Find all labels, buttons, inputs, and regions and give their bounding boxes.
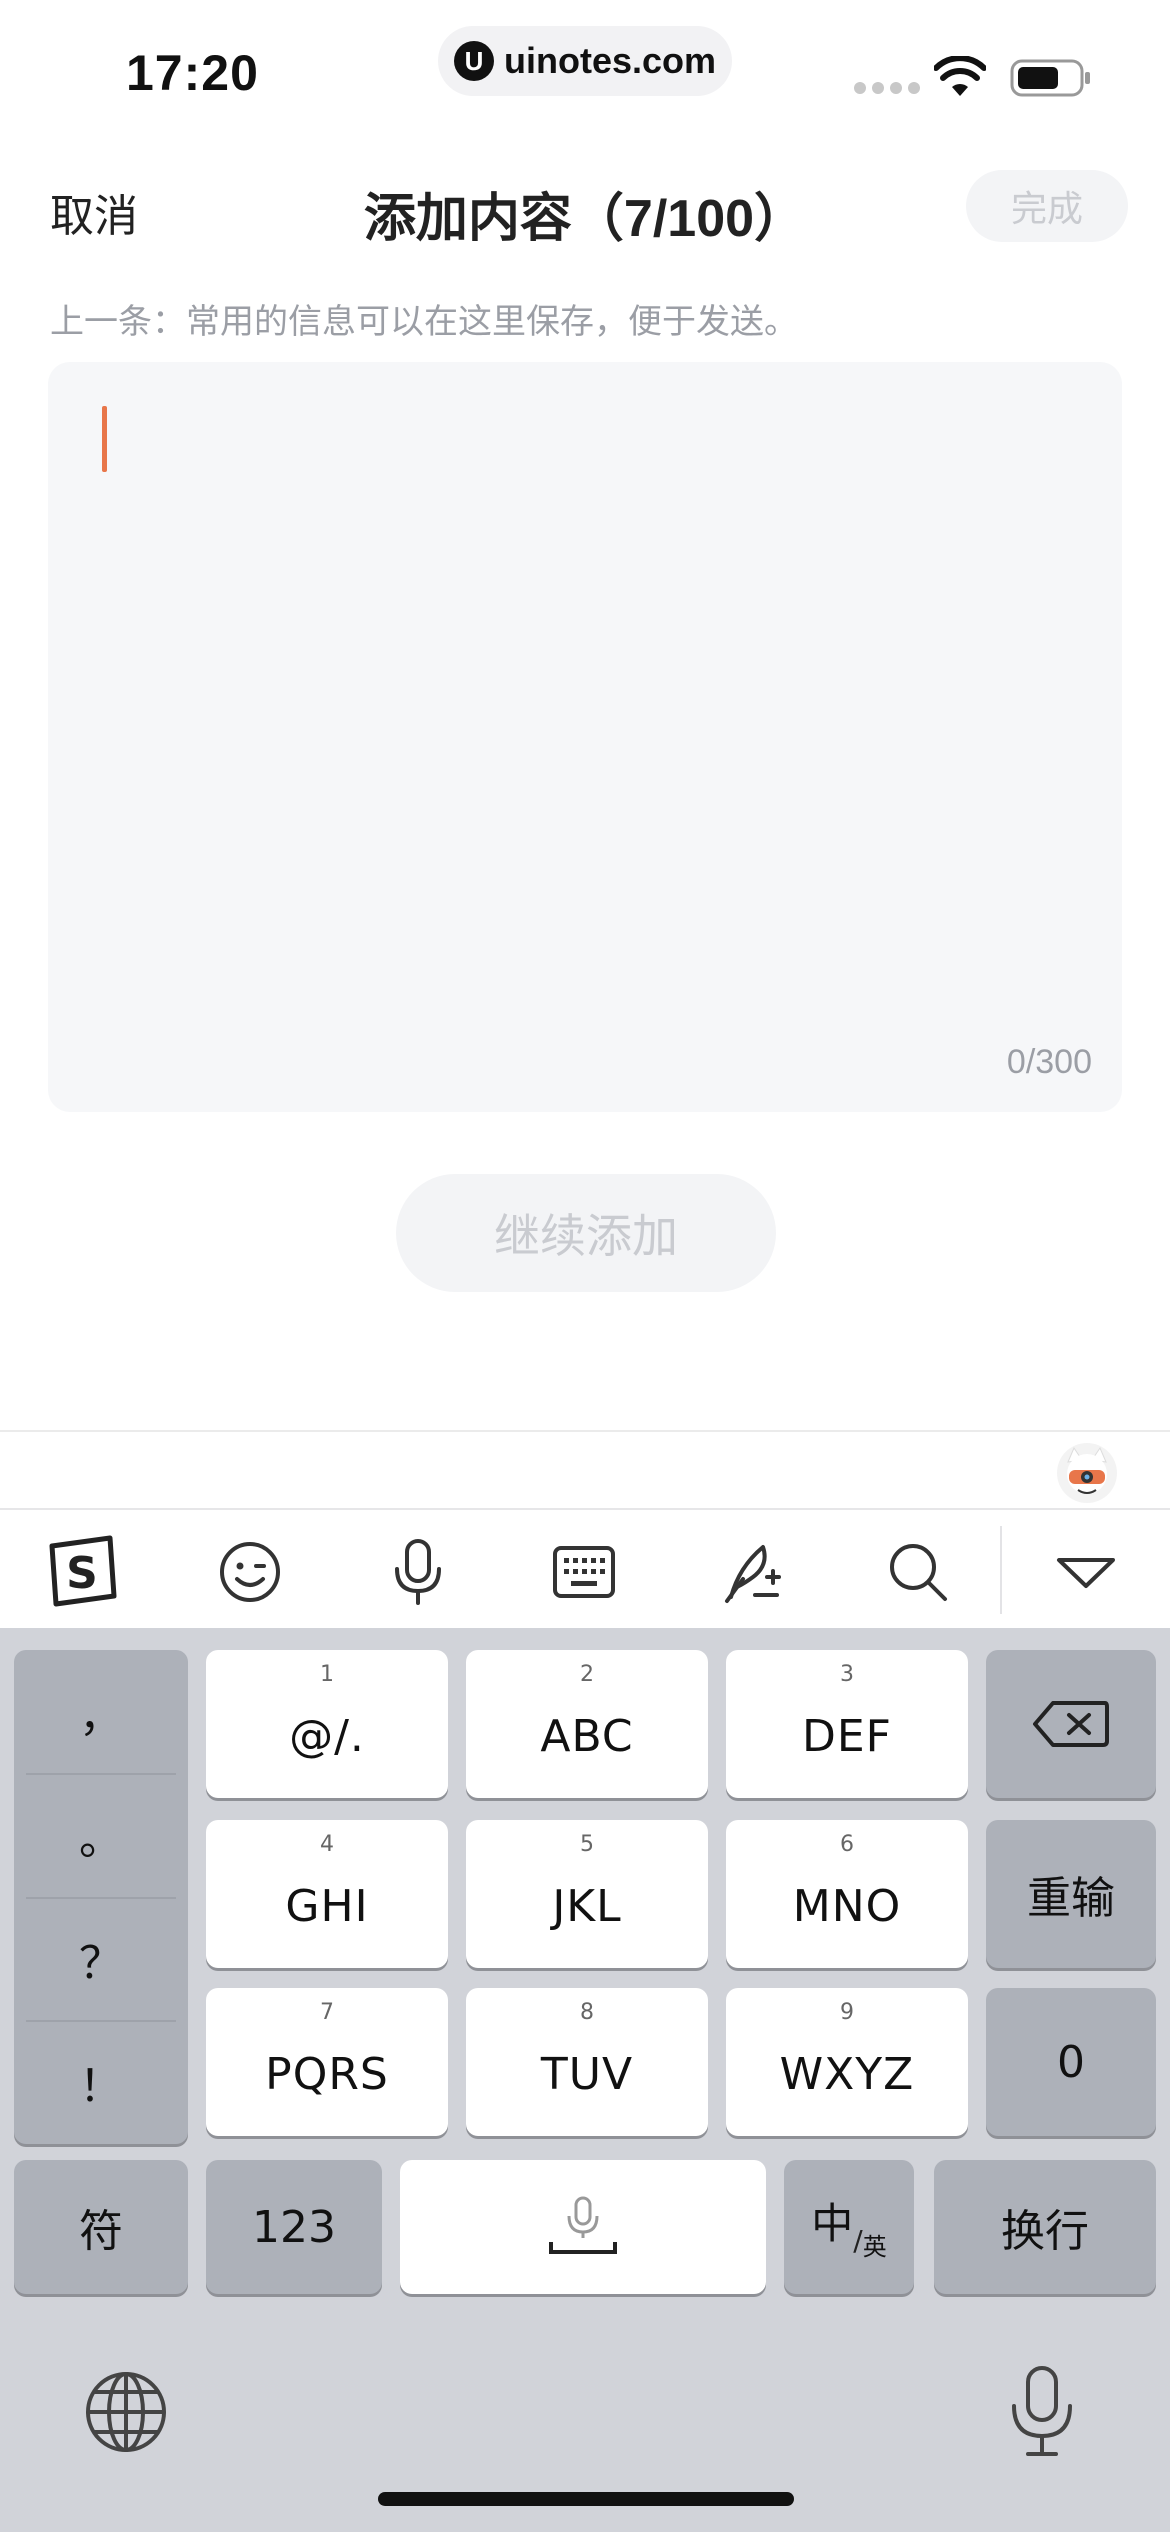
keyboard-toolbar: S <box>0 1508 1170 1628</box>
space-mic-icon <box>549 2196 617 2254</box>
enter-key[interactable]: 换行 <box>934 2160 1156 2294</box>
mascot-icon[interactable] <box>1054 1440 1120 1506</box>
emoji-icon[interactable] <box>210 1532 290 1612</box>
status-bar: 17:20 U uinotes.com <box>0 0 1170 140</box>
collapse-keyboard-icon[interactable] <box>1046 1532 1126 1612</box>
keyboard-icon[interactable] <box>544 1532 624 1612</box>
keyboard-divider <box>0 1430 1170 1432</box>
punct-comma-key[interactable]: ， <box>14 1650 188 1773</box>
retype-key[interactable]: 重输 <box>986 1820 1156 1968</box>
key-8[interactable]: 8 TUV <box>466 1988 708 2136</box>
space-key[interactable] <box>400 2160 766 2294</box>
search-icon[interactable] <box>878 1532 958 1612</box>
backspace-key[interactable] <box>986 1650 1156 1798</box>
backspace-icon <box>1033 1701 1109 1747</box>
done-button[interactable]: 完成 <box>966 170 1128 242</box>
key-5[interactable]: 5 JKL <box>466 1820 708 1968</box>
symbols-key[interactable]: 符 <box>14 2160 188 2294</box>
continue-add-button[interactable]: 继续添加 <box>396 1174 776 1292</box>
url-text: uinotes.com <box>504 40 717 81</box>
key-7[interactable]: 7 PQRS <box>206 1988 448 2136</box>
character-counter: 0/300 <box>1006 1043 1092 1081</box>
url-pill[interactable]: U uinotes.com <box>438 26 732 96</box>
voice-icon[interactable] <box>378 1532 458 1612</box>
key-4[interactable]: 4 GHI <box>206 1820 448 1968</box>
handwriting-icon[interactable] <box>712 1532 792 1612</box>
numbers-key[interactable]: 123 <box>206 2160 382 2294</box>
sogou-logo-icon[interactable]: S <box>42 1532 122 1612</box>
punctuation-column[interactable]: ， 。 ？ ！ <box>14 1650 188 2144</box>
key-2[interactable]: 2 ABC <box>466 1650 708 1798</box>
toolbar-divider <box>1000 1526 1002 1614</box>
content-text-area[interactable]: 0/300 <box>48 362 1122 1112</box>
language-switch-key[interactable]: 中 / 英 <box>784 2160 914 2294</box>
text-cursor <box>102 406 107 472</box>
globe-icon[interactable] <box>84 2370 168 2454</box>
key-1[interactable]: 1 @/. <box>206 1650 448 1798</box>
previous-entry-hint: 上一条：常用的信息可以在这里保存，便于发送。 <box>50 303 798 341</box>
key-3[interactable]: 3 DEF <box>726 1650 968 1798</box>
status-time: 17:20 <box>126 45 259 101</box>
zero-key[interactable]: 0 <box>986 1988 1156 2136</box>
battery-icon <box>1010 59 1090 97</box>
punct-period-key[interactable]: 。 <box>14 1773 188 1896</box>
svg-text:S: S <box>66 1548 98 1599</box>
home-indicator[interactable] <box>378 2492 794 2506</box>
wifi-icon <box>934 56 986 96</box>
dictation-mic-icon[interactable] <box>1004 2364 1080 2460</box>
t9-keyboard: ， 。 ？ ！ 1 @/. 2 ABC 3 DEF 4 GHI 5 JKL 6 … <box>0 1628 1170 2532</box>
punct-question-key[interactable]: ？ <box>14 1897 188 2020</box>
key-9[interactable]: 9 WXYZ <box>726 1988 968 2136</box>
site-logo-icon: U <box>454 41 494 81</box>
key-6[interactable]: 6 MNO <box>726 1820 968 1968</box>
punct-exclaim-key[interactable]: ！ <box>14 2020 188 2143</box>
cellular-signal-icon <box>854 82 920 94</box>
